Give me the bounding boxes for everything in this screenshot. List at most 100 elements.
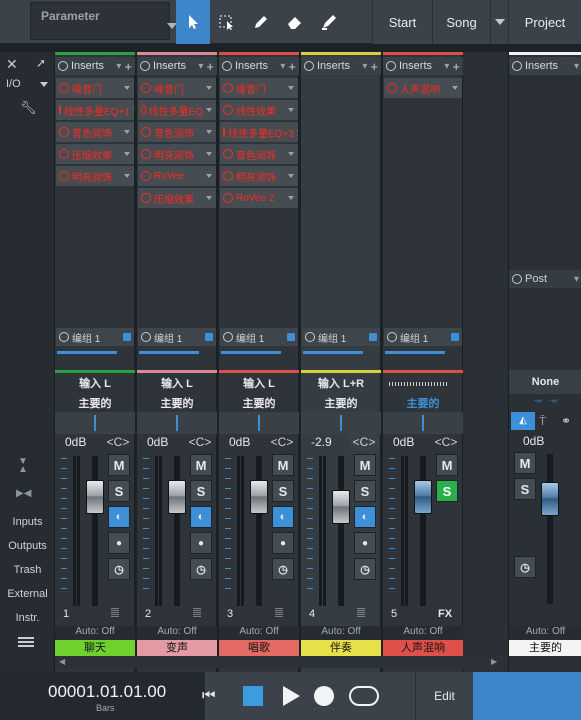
chevron-down-icon[interactable]: ▾ — [362, 61, 367, 72]
song-dropdown-button[interactable] — [490, 0, 508, 44]
power-icon[interactable] — [387, 83, 397, 93]
wrench-icon[interactable]: 🔧︎ — [20, 100, 37, 116]
lock-icon[interactable] — [369, 333, 377, 341]
inserts-header[interactable]: Inserts ▾ + — [219, 57, 299, 75]
fader-track[interactable] — [338, 456, 344, 606]
edit-button[interactable]: Edit — [415, 672, 473, 720]
fader-track[interactable] — [256, 456, 262, 606]
insert-slot[interactable]: 音色润饰 — [138, 122, 216, 142]
instr-button[interactable]: Instr. — [0, 612, 55, 624]
power-icon[interactable] — [140, 61, 150, 71]
mute-button[interactable]: M — [272, 454, 294, 476]
parameter-box[interactable]: Parameter — [30, 2, 177, 40]
trash-button[interactable]: Trash — [0, 564, 55, 576]
main-solo-button[interactable]: S — [514, 478, 536, 500]
channel-name[interactable]: 伴奏 — [301, 640, 381, 656]
input-selector[interactable]: 输入 L+R — [301, 374, 381, 394]
input-selector[interactable]: 输入 L — [137, 374, 217, 394]
paint-tool-button[interactable] — [312, 0, 346, 44]
fader-cap[interactable] — [86, 480, 104, 514]
power-icon[interactable] — [59, 105, 61, 115]
fader-cap[interactable] — [332, 490, 350, 524]
chevron-down-icon[interactable] — [206, 174, 212, 178]
pan-control[interactable] — [219, 412, 299, 434]
start-button[interactable]: Start — [372, 0, 432, 44]
chevron-down-icon[interactable] — [288, 86, 294, 90]
record-arm-icon[interactable]: ● — [354, 532, 376, 554]
main-input[interactable]: None — [509, 370, 581, 394]
power-icon[interactable] — [305, 332, 315, 342]
volume-readout[interactable]: -2.9 — [311, 435, 332, 449]
menu-icon[interactable] — [18, 637, 34, 647]
mute-button[interactable]: M — [190, 454, 212, 476]
automation-label[interactable]: Auto: Off — [383, 626, 463, 640]
power-icon[interactable] — [59, 83, 69, 93]
power-icon[interactable] — [223, 171, 233, 181]
insert-slot[interactable]: RoVee — [138, 166, 216, 186]
insert-slot[interactable]: 压缩效果 — [56, 144, 134, 164]
power-icon[interactable] — [141, 105, 146, 115]
chevron-down-icon[interactable] — [206, 130, 212, 134]
power-icon[interactable] — [387, 332, 397, 342]
pan-control[interactable] — [383, 412, 463, 434]
main-mute-button[interactable]: M — [514, 452, 536, 474]
power-icon[interactable] — [141, 193, 151, 203]
project-button[interactable]: Project — [508, 0, 581, 44]
channel-name[interactable]: 变声 — [137, 640, 217, 656]
power-icon[interactable] — [512, 274, 522, 284]
volume-readout[interactable]: 0dB — [65, 435, 86, 449]
add-icon[interactable]: + — [288, 59, 296, 74]
input-selector[interactable]: 输入 L — [55, 374, 135, 394]
insert-slot[interactable]: 明亮润饰 — [56, 166, 134, 186]
chevron-down-icon[interactable] — [296, 130, 298, 134]
channel-name[interactable]: 人声混响 — [383, 640, 463, 656]
power-icon[interactable] — [58, 61, 68, 71]
fader-track[interactable] — [420, 456, 426, 606]
main-volume[interactable]: 0dB — [523, 434, 544, 448]
input-selector[interactable]: 输入 L — [219, 374, 299, 394]
pan-control[interactable] — [55, 412, 135, 434]
lock-icon[interactable] — [205, 333, 213, 341]
power-icon[interactable] — [304, 61, 314, 71]
chevron-down-icon[interactable] — [288, 174, 294, 178]
add-icon[interactable]: + — [452, 59, 460, 74]
send-level-bar[interactable] — [57, 351, 117, 354]
fader-cap[interactable] — [168, 480, 186, 514]
mute-button[interactable]: M — [436, 454, 458, 476]
group-selector[interactable]: 编组 1 — [220, 328, 298, 346]
add-icon[interactable]: + — [370, 59, 378, 74]
power-icon[interactable] — [223, 83, 233, 93]
io-label[interactable]: I/O — [6, 78, 21, 90]
power-icon[interactable] — [223, 127, 225, 137]
automation-label[interactable]: Auto: Off — [137, 626, 217, 640]
pan-control[interactable] — [137, 412, 217, 434]
power-icon[interactable] — [141, 83, 151, 93]
metronome-icon[interactable]: ◭ — [511, 412, 535, 430]
pencil-tool-button[interactable] — [244, 0, 278, 44]
lock-icon[interactable] — [123, 333, 131, 341]
insert-slot[interactable]: RoVee 2 — [220, 188, 298, 208]
solo-button[interactable]: S — [436, 480, 458, 502]
chevron-down-icon[interactable] — [124, 152, 130, 156]
scroll-right-icon[interactable]: ▶ — [491, 657, 497, 666]
send-level-bar[interactable] — [303, 351, 363, 354]
group-selector[interactable]: 编组 1 — [56, 328, 134, 346]
external-button[interactable]: External — [0, 588, 55, 600]
main-auto-label[interactable]: Auto: Off — [509, 626, 581, 640]
chevron-down-icon[interactable] — [452, 86, 458, 90]
record-arm-icon[interactable]: ● — [272, 532, 294, 554]
group-selector[interactable]: 编组 1 — [138, 328, 216, 346]
chevron-down-icon[interactable] — [40, 82, 48, 87]
output-selector[interactable]: 主要的 — [383, 394, 463, 414]
inputs-button[interactable]: Inputs — [0, 516, 55, 528]
collapse-vertical-icon[interactable]: ▼ ▲ — [18, 457, 28, 475]
main-post-header[interactable]: Post ▾ — [509, 270, 581, 288]
group-selector[interactable]: 编组 1 — [302, 328, 380, 346]
channel-name[interactable]: 唱歌 — [219, 640, 299, 656]
mute-button[interactable]: M — [354, 454, 376, 476]
inserts-header[interactable]: Inserts ▾ + — [383, 57, 463, 75]
insert-slot[interactable]: 音色润饰 — [220, 144, 298, 164]
pan-readout[interactable]: <C> — [431, 433, 461, 451]
waveform-icon[interactable]: 𝄚 — [275, 608, 283, 619]
output-selector[interactable]: 主要的 — [137, 394, 217, 414]
